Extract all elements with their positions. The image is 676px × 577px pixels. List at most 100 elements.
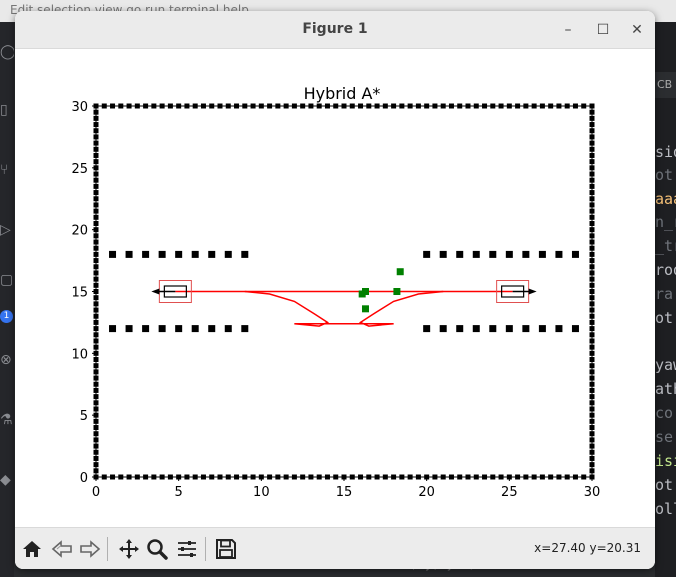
lane-obstacle <box>555 250 563 258</box>
lane-obstacle <box>472 250 480 258</box>
zoom-magnifier-icon[interactable] <box>145 537 169 561</box>
lane-obstacle <box>109 250 117 258</box>
y-tick-label: 15 <box>71 286 88 301</box>
planned-path <box>358 290 444 327</box>
lane-obstacle <box>423 325 431 333</box>
forward-arrow-icon[interactable] <box>78 537 102 561</box>
x-tick-label: 25 <box>501 485 518 500</box>
lane-obstacle <box>522 325 530 333</box>
lane-obstacle <box>538 325 546 333</box>
lane-obstacle <box>571 250 579 258</box>
background-code-line: _tr <box>655 237 676 255</box>
background-code-line: se <box>655 428 674 446</box>
lane-obstacle <box>489 325 497 333</box>
lane-obstacle <box>439 250 447 258</box>
minimize-button[interactable]: – <box>556 19 580 41</box>
lane-obstacle <box>109 325 117 333</box>
dynamic-obstacle <box>361 288 369 295</box>
files-icon[interactable]: ▯ <box>0 102 14 122</box>
y-tick-label: 0 <box>80 471 88 486</box>
close-button[interactable]: ✕ <box>625 19 649 41</box>
background-code-line: ot. <box>655 309 676 327</box>
y-tick-label: 5 <box>80 409 88 424</box>
lane-obstacle <box>191 325 199 333</box>
notification-badge: 1 <box>0 310 13 323</box>
navigation-toolbar: x=27.40 y=20.31 <box>15 527 655 569</box>
background-editor-tab[interactable]: CB <box>655 72 676 98</box>
lane-obstacle <box>505 325 513 333</box>
remote-icon[interactable]: ⊗ <box>0 352 14 372</box>
background-code-line: rod <box>655 261 676 279</box>
lane-obstacle <box>489 250 497 258</box>
python-icon[interactable]: ◆ <box>0 472 14 492</box>
x-tick-label: 0 <box>92 485 100 500</box>
background-code-line: isi <box>655 452 676 470</box>
figure-canvas[interactable]: Hybrid A* 0 5 10 15 20 25 30 0 5 10 15 20 25 30 <box>15 49 655 527</box>
dynamic-obstacle <box>393 288 401 295</box>
background-code-line: ot. <box>655 476 676 494</box>
lane-obstacle <box>423 250 431 258</box>
y-tick-label: 20 <box>71 224 88 239</box>
back-arrow-icon[interactable] <box>50 537 74 561</box>
x-tick-label: 30 <box>584 485 601 500</box>
lane-obstacle <box>175 325 183 333</box>
lane-obstacle <box>522 250 530 258</box>
lane-obstacle <box>472 325 480 333</box>
background-code-line: ot. <box>655 166 676 184</box>
run-icon[interactable]: ▷ <box>0 222 14 242</box>
explorer-icon[interactable]: ◯ <box>0 44 14 64</box>
window-title-bar[interactable]: Figure 1 – ☐ ✕ <box>15 11 655 49</box>
lane-obstacle <box>439 325 447 333</box>
lane-obstacle <box>224 325 232 333</box>
save-floppy-icon[interactable] <box>214 537 238 561</box>
lane-obstacle <box>555 325 563 333</box>
lane-obstacle <box>571 325 579 333</box>
lane-obstacle <box>208 325 216 333</box>
x-tick-label: 20 <box>418 485 435 500</box>
background-code-line: aaa <box>655 190 676 208</box>
source-control-icon[interactable]: ⑂ <box>0 162 14 182</box>
lane-obstacle <box>538 250 546 258</box>
y-tick-label: 25 <box>71 162 88 177</box>
x-tick-label: 10 <box>253 485 270 500</box>
x-tick-label: 15 <box>336 485 353 500</box>
plot-svg: Hybrid A* 0 5 10 15 20 25 30 0 5 10 15 20 25 30 <box>71 84 601 500</box>
cursor-coordinates: x=27.40 y=20.31 <box>534 541 641 555</box>
lane-obstacle <box>142 325 150 333</box>
home-icon[interactable] <box>20 537 44 561</box>
lane-obstacle <box>158 250 166 258</box>
dynamic-obstacle <box>396 268 404 276</box>
toolbar-separator <box>107 537 108 561</box>
figure-window: Figure 1 – ☐ ✕ Hybrid A* 0 5 10 15 20 25 30 0 5 1… <box>15 11 655 569</box>
lane-obstacle <box>191 250 199 258</box>
lane-obstacle <box>125 250 133 258</box>
vehicle-heading-arrow <box>528 288 537 295</box>
lane-obstacle <box>241 250 249 258</box>
lane-obstacle <box>125 325 133 333</box>
background-code-line: ra <box>655 285 674 303</box>
activity-bar: ◯ ▯ ⑂ ▷ ▢ 1 ⊗ ⚗ ◆ <box>0 22 14 577</box>
lane-obstacle <box>241 325 249 333</box>
lane-obstacle <box>224 250 232 258</box>
lane-obstacle <box>456 250 464 258</box>
chart-title: Hybrid A* <box>304 84 381 103</box>
x-tick-label: 5 <box>175 485 183 500</box>
planned-path <box>244 290 330 327</box>
lane-obstacle <box>158 325 166 333</box>
test-icon[interactable]: ⚗ <box>0 412 14 432</box>
dynamic-obstacle <box>361 305 369 313</box>
pan-move-icon[interactable] <box>117 537 141 561</box>
y-tick-label: 10 <box>71 347 88 362</box>
maximize-button[interactable]: ☐ <box>591 19 615 41</box>
extensions-icon[interactable]: ▢ <box>0 272 14 292</box>
vehicle-heading-arrow <box>151 288 160 295</box>
background-code-line: sid <box>655 143 676 161</box>
background-code-line: oll <box>655 500 676 518</box>
lane-obstacle <box>175 250 183 258</box>
lane-obstacle <box>456 325 464 333</box>
lane-obstacle <box>208 250 216 258</box>
lane-obstacle <box>505 250 513 258</box>
configure-subplots-icon[interactable] <box>175 537 199 561</box>
background-code-line: ath <box>655 380 676 398</box>
toolbar-separator <box>205 537 206 561</box>
